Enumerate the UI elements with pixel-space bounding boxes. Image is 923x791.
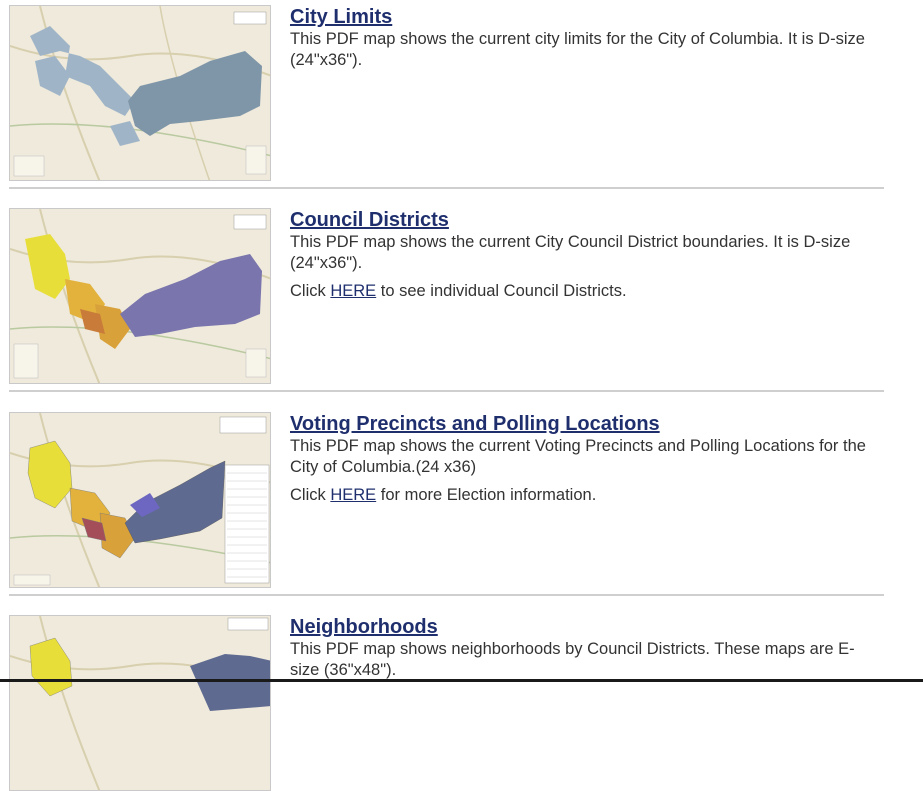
map-description: This PDF map shows neighborhoods by Coun… [290,640,855,679]
more-info-prefix: Click [290,486,331,504]
more-info-prefix: Click [290,282,331,300]
city-limits-map-thumbnail[interactable] [9,5,271,181]
map-title-link[interactable]: Neighborhoods [290,616,438,638]
map-entry-text: Neighborhoods This PDF map shows neighbo… [290,615,880,681]
map-description: This PDF map shows the current Voting Pr… [290,437,866,476]
voting-precincts-map-thumbnail[interactable] [9,412,271,588]
more-info-suffix: for more Election information. [376,486,597,504]
more-info-suffix: to see individual Council Districts. [376,282,627,300]
map-entry-text: Voting Precincts and Polling Locations T… [290,412,880,506]
section-divider [9,594,884,596]
map-description: This PDF map shows the current City Coun… [290,233,851,272]
map-title-link[interactable]: City Limits [290,6,392,28]
map-title-link[interactable]: Council Districts [290,209,449,231]
map-entry-text: City Limits This PDF map shows the curre… [290,5,880,71]
more-info-line: Click HERE to see individual Council Dis… [290,281,880,302]
council-districts-here-link[interactable]: HERE [330,282,376,300]
council-districts-map-thumbnail[interactable] [9,208,271,384]
map-description: This PDF map shows the current city limi… [290,30,865,69]
neighborhoods-map-thumbnail[interactable] [9,615,271,791]
section-divider [9,390,884,392]
map-entry-text: Council Districts This PDF map shows the… [290,208,880,302]
map-title-link[interactable]: Voting Precincts and Polling Locations [290,413,660,435]
more-info-line: Click HERE for more Election information… [290,485,880,506]
election-info-here-link[interactable]: HERE [330,486,376,504]
section-divider [9,187,884,189]
